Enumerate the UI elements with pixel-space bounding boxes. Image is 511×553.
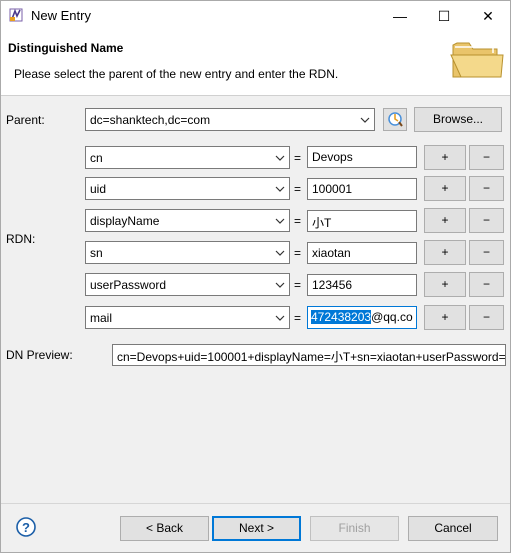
value-input[interactable]: 472438203@qq.co (307, 306, 417, 329)
equals-sign: = (294, 246, 302, 260)
next-button[interactable]: Next > (212, 516, 301, 541)
parent-label: Parent: (6, 113, 45, 127)
chevron-down-icon (275, 282, 285, 288)
attribute-combo[interactable]: sn (85, 241, 290, 264)
remove-value-button[interactable]: − (469, 176, 504, 201)
parent-combo[interactable]: dc=shanktech,dc=com (85, 108, 375, 131)
remove-value-button[interactable]: − (469, 240, 504, 265)
value-input[interactable]: 123456 (307, 274, 417, 296)
value-text: 123456 (312, 278, 353, 292)
header-description: Please select the parent of the new entr… (14, 67, 339, 81)
help-glyph: ? (22, 520, 30, 535)
selected-text: 472438203 (311, 310, 372, 324)
header-title: Distinguished Name (8, 41, 124, 55)
chevron-down-icon (275, 186, 285, 192)
chevron-down-icon (275, 315, 285, 321)
attribute-combo[interactable]: uid (85, 177, 290, 200)
value-text: @qq.co (371, 310, 413, 324)
dn-preview-value: cn=Devops+uid=100001+displayName=小T+sn=x… (117, 350, 506, 364)
value-input[interactable]: 100001 (307, 178, 417, 200)
new-entry-dialog: New Entry — ☐ ✕ Distinguished Name Pleas… (0, 0, 511, 553)
value-text: xiaotan (312, 246, 351, 260)
value-text: 小T (312, 216, 332, 230)
rdn-label: RDN: (6, 232, 36, 246)
value-text: Devops (312, 150, 353, 164)
browse-button[interactable]: Browse... (414, 107, 502, 132)
footer-separator (1, 503, 510, 504)
value-input[interactable]: xiaotan (307, 242, 417, 264)
close-button[interactable]: ✕ (466, 1, 510, 31)
remove-value-button[interactable]: − (469, 208, 504, 233)
chevron-down-icon (360, 117, 370, 123)
attribute-value: uid (90, 182, 107, 196)
add-value-button[interactable]: + (424, 176, 466, 201)
attribute-combo[interactable]: userPassword (85, 273, 290, 296)
value-input[interactable]: 小T (307, 210, 417, 232)
app-icon (9, 8, 23, 22)
dn-preview-field[interactable]: cn=Devops+uid=100001+displayName=小T+sn=x… (112, 344, 506, 366)
cancel-button[interactable]: Cancel (408, 516, 498, 541)
refresh-icon (388, 112, 403, 127)
window-title: New Entry (31, 8, 91, 23)
add-value-button[interactable]: + (424, 272, 466, 297)
add-value-button[interactable]: + (424, 145, 466, 170)
add-value-button[interactable]: + (424, 305, 466, 330)
add-value-button[interactable]: + (424, 240, 466, 265)
parent-history-button[interactable] (383, 108, 407, 131)
minimize-button[interactable]: — (378, 1, 422, 31)
help-icon[interactable]: ? (16, 517, 36, 537)
back-button[interactable]: < Back (120, 516, 209, 541)
add-value-button[interactable]: + (424, 208, 466, 233)
dn-preview-label: DN Preview: (6, 348, 73, 362)
attribute-value: displayName (90, 214, 160, 228)
equals-sign: = (294, 151, 302, 165)
attribute-value: sn (90, 246, 103, 260)
attribute-combo[interactable]: cn (85, 146, 290, 169)
chevron-down-icon (275, 155, 285, 161)
attribute-combo[interactable]: mail (85, 306, 290, 329)
equals-sign: = (294, 278, 302, 292)
equals-sign: = (294, 311, 302, 325)
remove-value-button[interactable]: − (469, 145, 504, 170)
equals-sign: = (294, 214, 302, 228)
value-input[interactable]: Devops (307, 146, 417, 168)
title-bar: New Entry — ☐ ✕ (1, 1, 510, 31)
wizard-header: Distinguished Name Please select the par… (1, 31, 510, 96)
maximize-button[interactable]: ☐ (422, 1, 466, 31)
attribute-combo[interactable]: displayName (85, 209, 290, 232)
equals-sign: = (294, 182, 302, 196)
parent-value: dc=shanktech,dc=com (90, 113, 211, 127)
chevron-down-icon (275, 250, 285, 256)
remove-value-button[interactable]: − (469, 272, 504, 297)
chevron-down-icon (275, 218, 285, 224)
finish-button[interactable]: Finish (310, 516, 399, 541)
remove-value-button[interactable]: − (469, 305, 504, 330)
folder-icon (450, 42, 504, 78)
attribute-value: userPassword (90, 278, 167, 292)
attribute-value: mail (90, 311, 113, 325)
value-text: 100001 (312, 182, 353, 196)
attribute-value: cn (90, 151, 103, 165)
